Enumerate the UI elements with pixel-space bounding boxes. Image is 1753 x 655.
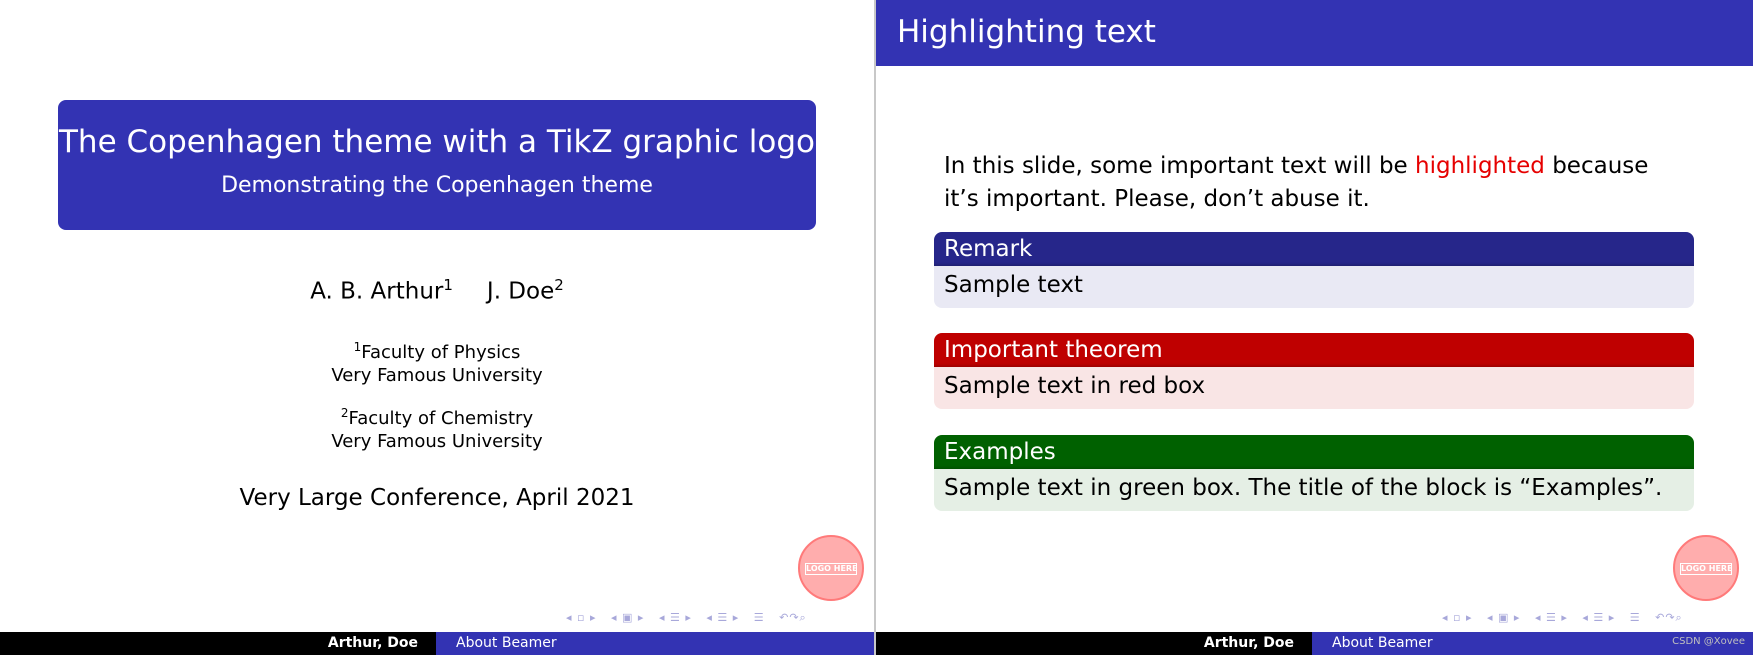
watermark: CSDN @Xovee bbox=[1672, 636, 1745, 647]
nav-subsection-icon[interactable]: ◂ ▣ ▸ bbox=[611, 611, 644, 625]
nav-frame-icon[interactable]: ◂ ▫ ▸ bbox=[566, 611, 597, 625]
nav-search-icon[interactable]: ↶↷⌕ bbox=[1655, 611, 1683, 625]
author-1-mark: 1 bbox=[443, 276, 453, 294]
nav-section-icon[interactable]: ◂ ☰ ▸ bbox=[659, 611, 692, 625]
nav-doc-icon[interactable]: ☰ bbox=[754, 611, 765, 625]
footline-author: Arthur, Doe bbox=[327, 635, 418, 651]
footline-author: Arthur, Doe bbox=[1203, 635, 1294, 651]
footline-title: About Beamer bbox=[436, 632, 874, 655]
presentation-subtitle: Demonstrating the Copenhagen theme bbox=[221, 173, 653, 198]
affiliation-2-university: Very Famous University bbox=[331, 431, 543, 452]
presentation-title: The Copenhagen theme with a TikZ graphic… bbox=[58, 124, 815, 160]
highlighted-text: highlighted bbox=[1415, 153, 1545, 179]
authors: A. B. Arthur1 J. Doe2 bbox=[0, 270, 874, 307]
navigation-symbols: ◂ ▫ ▸ ◂ ▣ ▸ ◂ ☰ ▸ ◂ ☰ ▸ ☰ ↶↷⌕ bbox=[566, 611, 807, 625]
alert-block-body: Sample text in red box bbox=[934, 367, 1694, 409]
navigation-symbols: ◂ ▫ ▸ ◂ ▣ ▸ ◂ ☰ ▸ ◂ ☰ ▸ ☰ ↶↷⌕ bbox=[1442, 611, 1683, 625]
logo-label: LOGO HERE bbox=[1680, 563, 1733, 575]
nav-subsection-icon[interactable]: ◂ ▣ ▸ bbox=[1487, 611, 1520, 625]
body-paragraph: In this slide, some important text will … bbox=[944, 150, 1684, 216]
title-box: The Copenhagen theme with a TikZ graphic… bbox=[58, 100, 816, 230]
example-block-title: Examples bbox=[934, 435, 1694, 469]
content-slide: Highlighting text In this slide, some im… bbox=[876, 0, 1753, 655]
remark-block-body: Sample text bbox=[934, 266, 1694, 308]
paragraph-text-start: In this slide, some important text will … bbox=[944, 153, 1416, 179]
nav-section-icon[interactable]: ◂ ☰ ▸ bbox=[1535, 611, 1568, 625]
affiliation-2-faculty: Faculty of Chemistry bbox=[348, 408, 534, 429]
affiliation-1-university: Very Famous University bbox=[331, 365, 543, 386]
logo-badge: LOGO HERE bbox=[798, 535, 864, 601]
nav-doc-icon[interactable]: ☰ bbox=[1630, 611, 1641, 625]
alert-block: Important theorem Sample text in red box bbox=[934, 333, 1694, 409]
nav-subsection-list-icon[interactable]: ◂ ☰ ▸ bbox=[706, 611, 739, 625]
nav-search-icon[interactable]: ↶↷⌕ bbox=[779, 611, 807, 625]
nav-subsection-list-icon[interactable]: ◂ ☰ ▸ bbox=[1582, 611, 1615, 625]
example-block-body: Sample text in green box. The title of t… bbox=[934, 469, 1694, 511]
frame-title: Highlighting text bbox=[897, 14, 1156, 50]
frame-header: Highlighting text bbox=[876, 0, 1753, 66]
nav-frame-icon[interactable]: ◂ ▫ ▸ bbox=[1442, 611, 1473, 625]
title-slide: The Copenhagen theme with a TikZ graphic… bbox=[0, 0, 874, 655]
affiliation-1: 1Faculty of Physics Very Famous Universi… bbox=[0, 336, 874, 387]
affiliation-2: 2Faculty of Chemistry Very Famous Univer… bbox=[0, 402, 874, 453]
footline: Arthur, Doe About Beamer bbox=[0, 632, 874, 655]
logo-label: LOGO HERE bbox=[805, 563, 858, 575]
author-2-mark: 2 bbox=[554, 276, 564, 294]
slides-stage: The Copenhagen theme with a TikZ graphic… bbox=[0, 0, 1753, 655]
affiliation-2-mark: 2 bbox=[340, 406, 349, 420]
author-2: J. Doe bbox=[486, 278, 555, 305]
conference-date: Very Large Conference, April 2021 bbox=[239, 485, 635, 511]
remark-block-title: Remark bbox=[934, 232, 1694, 266]
author-1: A. B. Arthur bbox=[310, 278, 444, 305]
footline: Arthur, Doe About Beamer CSDN @Xovee bbox=[876, 632, 1753, 655]
affiliation-1-faculty: Faculty of Physics bbox=[361, 342, 521, 363]
alert-block-title: Important theorem bbox=[934, 333, 1694, 367]
logo-badge: LOGO HERE bbox=[1673, 535, 1739, 601]
remark-block: Remark Sample text bbox=[934, 232, 1694, 308]
example-block: Examples Sample text in green box. The t… bbox=[934, 435, 1694, 511]
